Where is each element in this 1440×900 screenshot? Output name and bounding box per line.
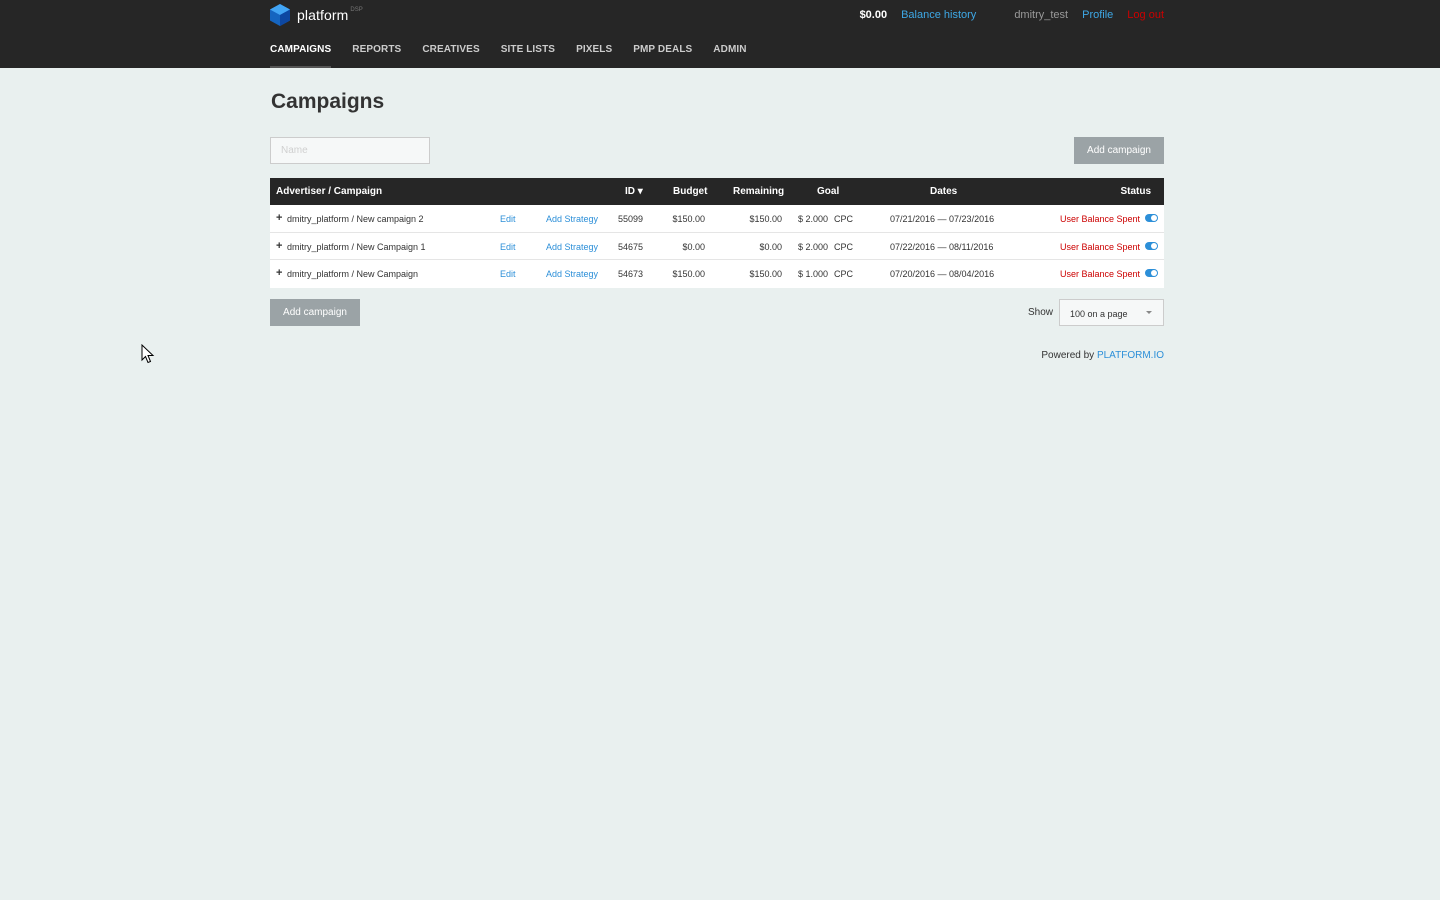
campaign-name: dmitry_platform / New campaign 2 xyxy=(287,214,424,224)
nav-campaigns[interactable]: CAMPAIGNS xyxy=(270,44,332,68)
nav-pmp-deals[interactable]: PMP DEALS xyxy=(633,44,692,68)
expand-icon[interactable]: + xyxy=(276,267,282,279)
campaign-goal: $ 2.000 xyxy=(798,241,829,252)
campaign-budget: $150.00 xyxy=(672,269,705,279)
status-toggle[interactable] xyxy=(1145,214,1158,222)
campaign-remaining: $150.00 xyxy=(749,214,782,224)
campaign-name: dmitry_platform / New Campaign xyxy=(287,269,419,279)
table-header: Advertiser / Campaign ID ▾ Budget Remain… xyxy=(270,178,1164,205)
expand-icon[interactable]: + xyxy=(276,212,282,224)
header-goal[interactable]: Goal xyxy=(817,186,839,197)
header-id[interactable]: ID ▾ xyxy=(625,186,643,197)
table-row: + dmitry_platform / New Campaign 1 Edit … xyxy=(270,233,1164,260)
campaign-budget: $0.00 xyxy=(682,241,705,252)
campaign-dates: 07/22/2016 — 08/11/2016 xyxy=(890,241,994,252)
balance-history-link[interactable]: Balance history xyxy=(901,9,976,21)
campaign-id: 55099 xyxy=(618,214,644,224)
edit-link[interactable]: Edit xyxy=(500,214,516,224)
header-status[interactable]: Status xyxy=(1120,186,1151,197)
main-nav: CAMPAIGNS REPORTS CREATIVES SITE LISTS P… xyxy=(270,44,768,68)
status-toggle[interactable] xyxy=(1145,269,1158,277)
campaign-status: User Balance Spent xyxy=(1059,214,1140,224)
per-page-select[interactable]: 100 on a page xyxy=(1059,299,1164,326)
expand-icon[interactable]: + xyxy=(276,240,282,252)
profile-link[interactable]: Profile xyxy=(1082,9,1113,21)
campaign-goal-type: CPC xyxy=(834,269,854,279)
user-menu: $0.00 Balance history dmitry_test Profil… xyxy=(860,9,1164,21)
campaign-goal-type: CPC xyxy=(834,214,854,224)
balance-value: $0.00 xyxy=(859,9,888,21)
campaign-budget: $150.00 xyxy=(672,214,705,224)
nav-reports[interactable]: REPORTS xyxy=(352,44,401,68)
chevron-down-icon xyxy=(1146,311,1152,314)
nav-site-lists[interactable]: SITE LISTS xyxy=(501,44,555,68)
powered-by: Powered by PLATFORM.IO xyxy=(1041,350,1164,361)
add-strategy-link[interactable]: Add Strategy xyxy=(546,242,598,252)
table-row: + dmitry_platform / New Campaign Edit Ad… xyxy=(270,260,1164,288)
nav-admin[interactable]: ADMIN xyxy=(713,44,746,68)
nav-creatives[interactable]: CREATIVES xyxy=(422,44,479,68)
campaign-status: User Balance Spent xyxy=(1059,269,1140,279)
campaign-id: 54673 xyxy=(618,269,644,279)
campaign-goal-type: CPC xyxy=(834,241,854,252)
username: dmitry_test xyxy=(1014,9,1069,21)
header-campaign[interactable]: Advertiser / Campaign xyxy=(276,186,382,197)
campaign-id: 54675 xyxy=(618,241,644,252)
campaign-dates: 07/20/2016 — 08/04/2016 xyxy=(890,269,995,279)
powered-by-link[interactable]: PLATFORM.IO xyxy=(1097,350,1164,361)
platform-logo-icon xyxy=(270,4,290,26)
nav-pixels[interactable]: PIXELS xyxy=(576,44,612,68)
mouse-cursor-icon xyxy=(141,344,155,364)
status-toggle[interactable] xyxy=(1145,241,1158,250)
show-label: Show xyxy=(1027,307,1053,318)
add-strategy-link[interactable]: Add Strategy xyxy=(546,214,598,224)
campaign-goal: $ 1.000 xyxy=(798,269,829,279)
table-row: + dmitry_platform / New campaign 2 Edit … xyxy=(270,205,1164,233)
top-bar-inner: platform DSP $0.00 Balance history dmitr… xyxy=(270,0,1164,68)
add-campaign-button-top[interactable]: Add campaign xyxy=(1074,137,1164,164)
logo[interactable]: platform DSP xyxy=(270,4,363,26)
top-bar: platform DSP $0.00 Balance history dmitr… xyxy=(0,0,1440,68)
campaign-name: dmitry_platform / New Campaign 1 xyxy=(287,241,426,252)
name-filter-input[interactable] xyxy=(270,137,430,164)
header-dates[interactable]: Dates xyxy=(930,186,957,197)
page-title: Campaigns xyxy=(271,90,385,113)
add-strategy-link[interactable]: Add Strategy xyxy=(546,269,598,279)
logo-sup: DSP xyxy=(350,7,363,13)
header-budget[interactable]: Budget xyxy=(673,186,707,197)
add-campaign-button-bottom[interactable]: Add campaign xyxy=(270,299,360,326)
logout-link[interactable]: Log out xyxy=(1127,9,1164,21)
header-remaining[interactable]: Remaining xyxy=(733,186,784,197)
campaign-goal: $ 2.000 xyxy=(798,214,829,224)
campaign-remaining: $0.00 xyxy=(759,241,782,252)
campaign-dates: 07/21/2016 — 07/23/2016 xyxy=(890,214,995,224)
edit-link[interactable]: Edit xyxy=(500,242,516,252)
per-page-value: 100 on a page xyxy=(1070,309,1128,319)
logo-text: platform xyxy=(297,7,349,23)
campaign-remaining: $150.00 xyxy=(749,269,782,279)
edit-link[interactable]: Edit xyxy=(500,269,516,279)
campaigns-table: Advertiser / Campaign ID ▾ Budget Remain… xyxy=(270,178,1164,288)
powered-by-label: Powered by xyxy=(1041,350,1095,361)
campaign-status: User Balance Spent xyxy=(1059,241,1140,252)
